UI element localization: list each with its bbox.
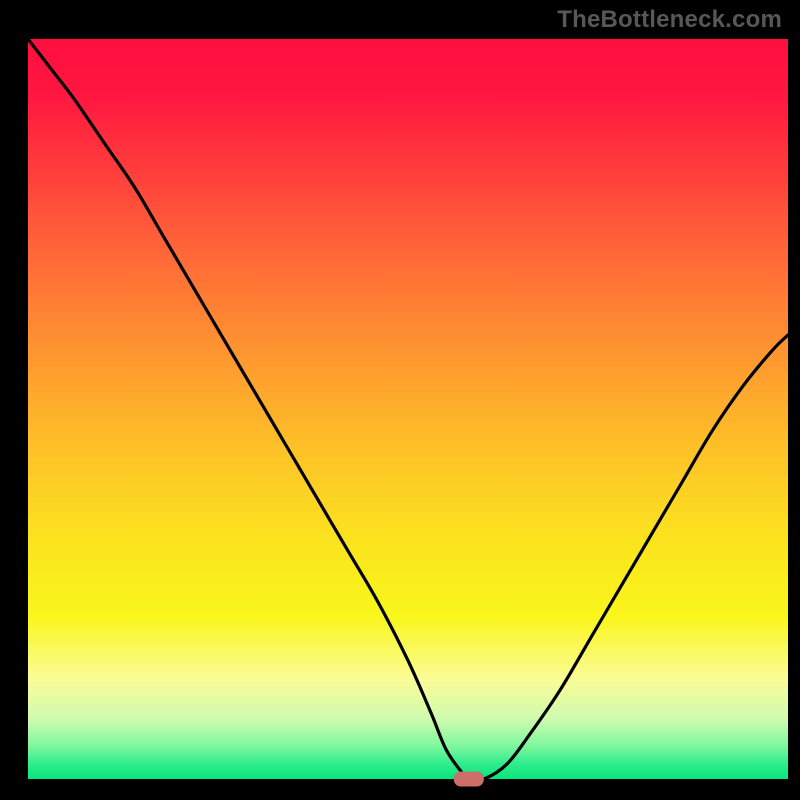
plot-background: [28, 39, 788, 779]
bottleneck-chart: [0, 0, 800, 800]
chart-frame: TheBottleneck.com: [0, 0, 800, 800]
optimal-marker: [454, 772, 484, 787]
